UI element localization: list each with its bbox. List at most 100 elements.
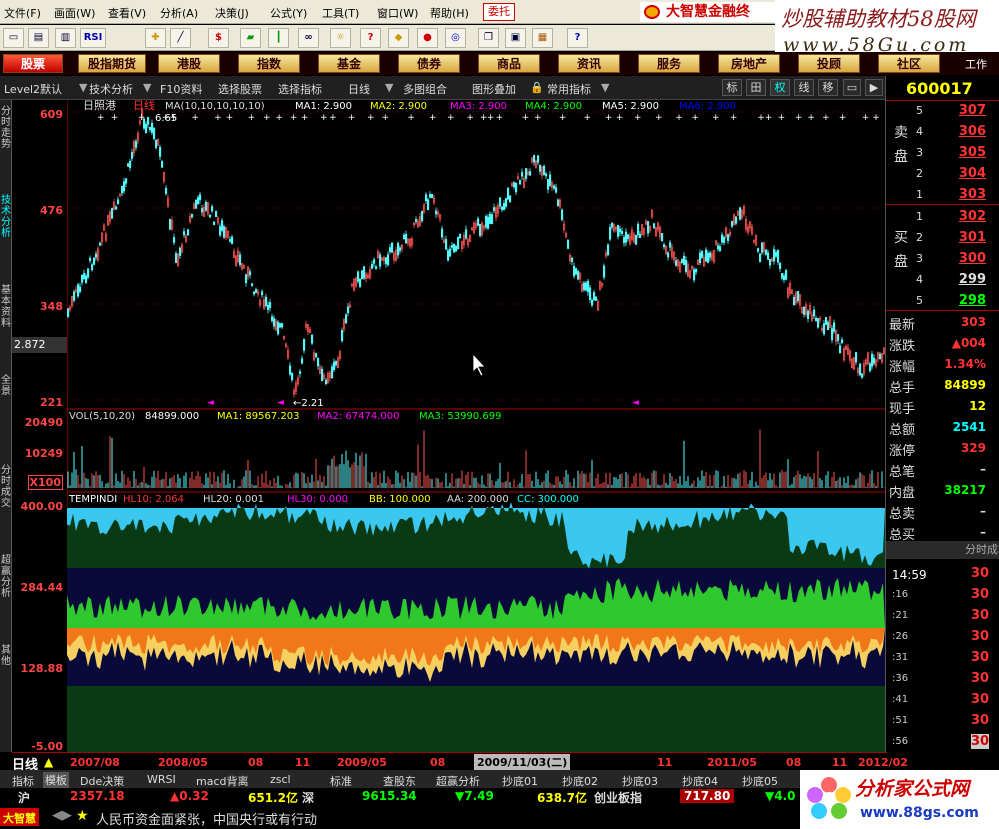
bid-price[interactable]: 302	[944, 209, 986, 224]
event-marker: +	[522, 113, 530, 123]
grid-button[interactable]: 田	[746, 79, 766, 96]
bid-price[interactable]: 301	[944, 230, 986, 245]
ask-price[interactable]: 306	[944, 124, 986, 139]
ruler-icon[interactable]: ╱	[170, 28, 191, 48]
tab-common-indicator[interactable]: 常用指标	[547, 81, 591, 97]
nav-bond[interactable]: 债券	[398, 54, 460, 73]
news-headline[interactable]: 人民币资金面紧张，中国央行或有行动	[96, 809, 317, 828]
bid-price[interactable]: 299	[944, 272, 986, 287]
line-button[interactable]: 线	[794, 79, 814, 96]
mark-button[interactable]: 标	[722, 79, 742, 96]
help-icon[interactable]: ?	[567, 28, 588, 48]
flag-icon[interactable]: ▰	[240, 28, 261, 48]
side-tab-tech[interactable]: 技术分析	[0, 195, 12, 239]
candy-icon[interactable]: ●	[417, 28, 438, 48]
open-icon[interactable]: ▭	[3, 28, 24, 48]
menu-view[interactable]: 查看(V)	[108, 5, 146, 21]
nav-hk[interactable]: 港股	[158, 54, 220, 73]
nav-news[interactable]: 资讯	[558, 54, 620, 73]
nav-work[interactable]: 工作	[965, 56, 987, 72]
bottom-tab-template[interactable]: 模板	[43, 772, 69, 788]
globe-icon[interactable]: ◎	[445, 28, 466, 48]
tab-f10[interactable]: F10资料	[160, 81, 202, 97]
ask-price[interactable]: 307	[944, 103, 986, 118]
window-toggle-icon[interactable]: ▭	[843, 79, 861, 96]
ask-price[interactable]: 304	[944, 166, 986, 181]
menu-window[interactable]: 窗口(W)	[377, 5, 418, 21]
nav-stocks[interactable]: 股票	[3, 54, 63, 73]
side-tab-super[interactable]: 超赢分析	[0, 555, 12, 599]
event-marker: +	[263, 113, 271, 123]
bid-price[interactable]: 298	[944, 293, 986, 308]
bottom-tab-bottom01[interactable]: 抄底01	[502, 773, 538, 789]
bottom-tab-macd[interactable]: macd背离	[196, 773, 249, 789]
side-tab-overview[interactable]: 全景	[0, 375, 12, 397]
bottom-tab-bottom04[interactable]: 抄底04	[682, 773, 718, 789]
lightbulb-icon[interactable]: ☼	[330, 28, 351, 48]
high-annotation: 6.65	[155, 113, 177, 124]
tab-multi-chart[interactable]: 多图组合	[403, 81, 447, 97]
event-marker: +	[214, 113, 222, 123]
kline-chart[interactable]: + + + + + + + + + + + + + + + + + + + + + + + + + + + + + + + + + + + + + + + +…	[67, 100, 885, 752]
nav-fund[interactable]: 基金	[318, 54, 380, 73]
side-tab-intraday[interactable]: 分时走势	[0, 106, 12, 150]
side-tab-trades[interactable]: 分时成交	[0, 465, 12, 509]
tab-period[interactable]: 日线	[348, 81, 370, 97]
nav-realestate[interactable]: 房地产	[718, 54, 780, 73]
rights-button[interactable]: 权	[770, 79, 790, 96]
sh-index: 2357.18	[70, 789, 125, 803]
copy-icon[interactable]: ❐	[478, 28, 499, 48]
side-tab-other[interactable]: 其他	[0, 645, 12, 667]
side-tab-basic[interactable]: 基本资料	[0, 285, 12, 329]
ask-price[interactable]: 303	[944, 187, 986, 202]
nav-arrows-icon[interactable]: ◀▶	[52, 808, 72, 823]
menu-analysis[interactable]: 分析(A)	[160, 5, 198, 21]
bottom-tab-superwin[interactable]: 超赢分析	[436, 773, 480, 789]
crosshair-icon[interactable]: ✚	[145, 28, 166, 48]
tab-overlay[interactable]: 图形叠加	[472, 81, 516, 97]
menu-decision[interactable]: 决策(J)	[215, 5, 249, 21]
chart-icon[interactable]: ▥	[55, 28, 76, 48]
bottom-tab-wrsi[interactable]: WRSI	[147, 773, 176, 786]
bottom-tab-bottom05[interactable]: 抄底05	[742, 773, 778, 789]
rsi-button[interactable]: RSI	[80, 28, 106, 48]
stat-label: 总额	[889, 423, 916, 438]
bottom-tab-dde[interactable]: Dde决策	[80, 773, 124, 789]
info-icon[interactable]: ?	[360, 28, 381, 48]
diamond-icon[interactable]: ◆	[388, 28, 409, 48]
nav-advisor[interactable]: 投顾	[798, 54, 860, 73]
dollar-icon[interactable]: $	[208, 28, 229, 48]
menu-screen[interactable]: 画面(W)	[54, 5, 95, 21]
bars-icon[interactable]: ┃	[268, 28, 289, 48]
bottom-tab-bottom02[interactable]: 抄底02	[562, 773, 598, 789]
nav-commodity[interactable]: 商品	[478, 54, 540, 73]
binoculars-icon[interactable]: ∞	[298, 28, 319, 48]
play-icon[interactable]: ▶	[865, 79, 883, 96]
bottom-tab-indicator[interactable]: 指标	[12, 773, 34, 789]
books-icon[interactable]: ▦	[532, 28, 553, 48]
tab-select-stock[interactable]: 选择股票	[218, 81, 262, 97]
menu-file[interactable]: 文件(F)	[4, 5, 41, 21]
bottom-tab-shareholder[interactable]: 查股东	[383, 773, 416, 789]
bid-price[interactable]: 300	[944, 251, 986, 266]
ask-price[interactable]: 305	[944, 145, 986, 160]
bottom-tab-bottom03[interactable]: 抄底03	[622, 773, 658, 789]
tab-select-indicator[interactable]: 选择指标	[278, 81, 322, 97]
nav-service[interactable]: 服务	[638, 54, 700, 73]
window-icon[interactable]: ▣	[505, 28, 526, 48]
level2-selector[interactable]: Level2默认	[4, 81, 62, 97]
nav-index-futures[interactable]: 股指期货	[78, 54, 146, 73]
menu-formula[interactable]: 公式(Y)	[270, 5, 307, 21]
screen-icon[interactable]: ▤	[28, 28, 49, 48]
event-marker: +	[675, 113, 683, 123]
tab-tech-analysis[interactable]: 技术分析	[89, 81, 133, 97]
trade-button[interactable]: 委托	[483, 3, 515, 21]
nav-index[interactable]: 指数	[238, 54, 300, 73]
move-button[interactable]: 移	[818, 79, 838, 96]
menu-help[interactable]: 帮助(H)	[430, 5, 469, 21]
bottom-tab-standard[interactable]: 标准	[330, 773, 352, 789]
nav-community[interactable]: 社区	[878, 54, 940, 73]
dzh-logo: 大智慧	[0, 808, 39, 826]
bottom-tab-zscl[interactable]: zscl	[270, 773, 291, 786]
menu-tools[interactable]: 工具(T)	[322, 5, 359, 21]
